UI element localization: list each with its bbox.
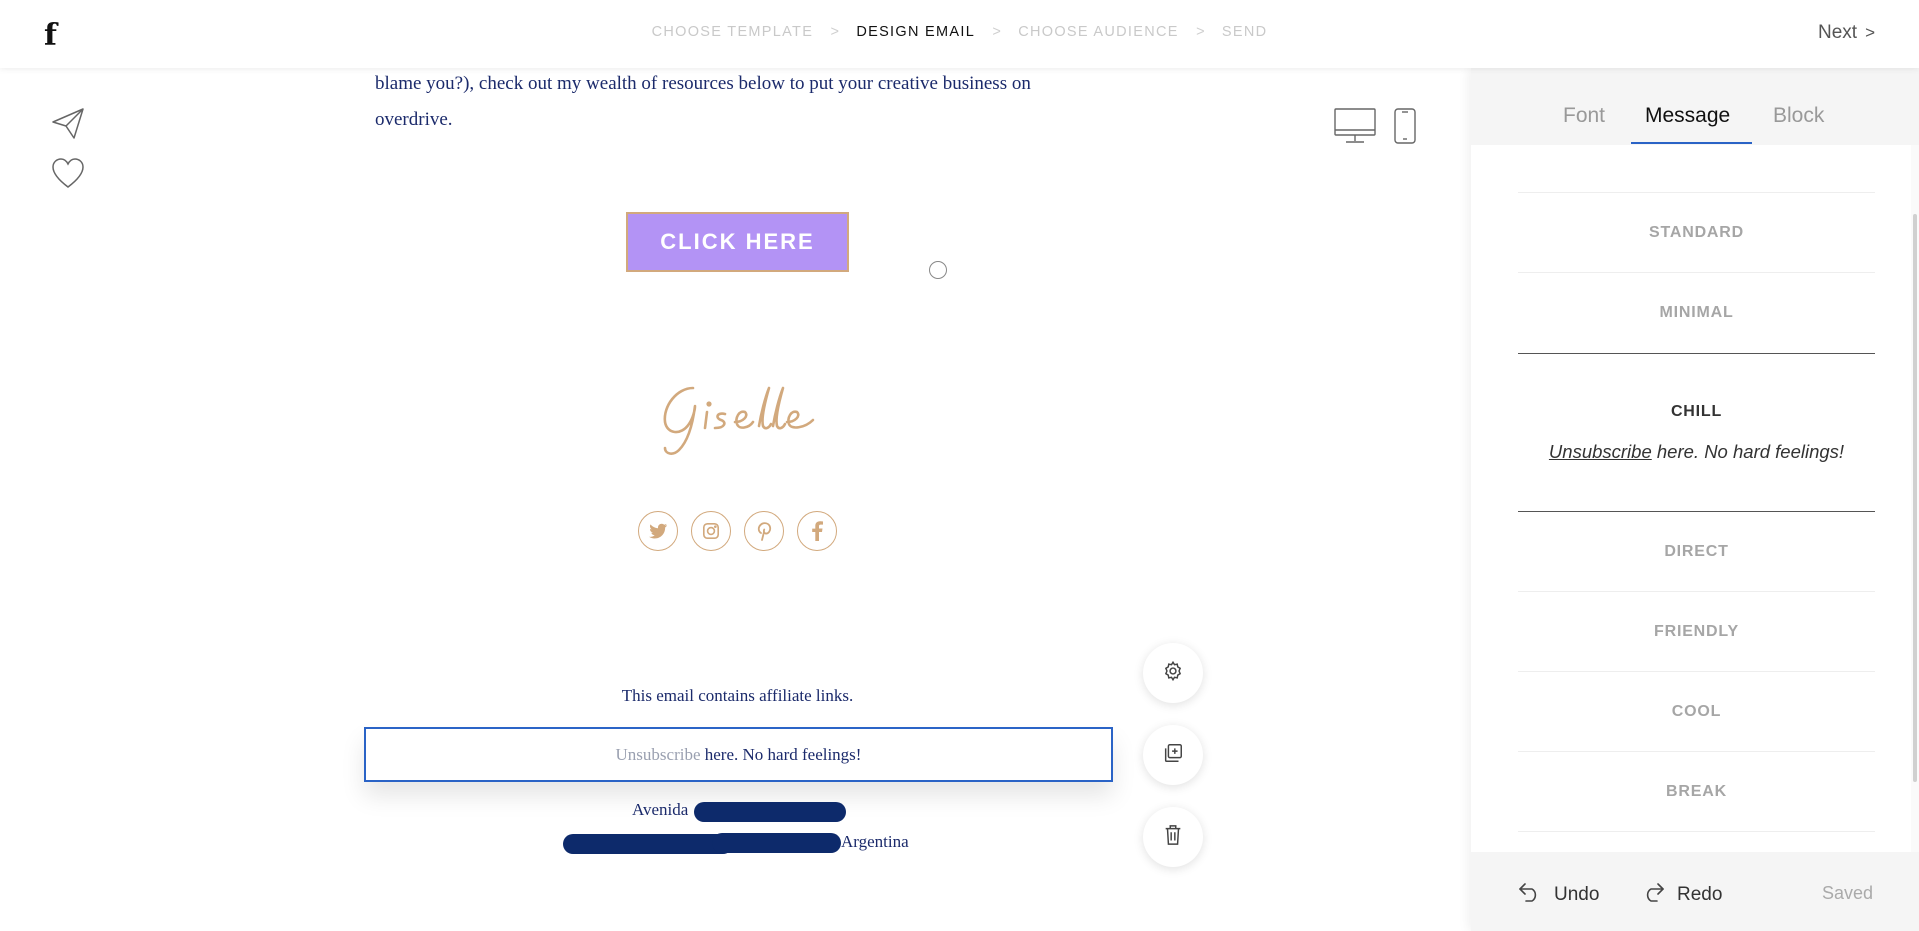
undo-button[interactable]: Undo (1518, 882, 1599, 908)
scrollbar-thumb[interactable] (1913, 214, 1917, 782)
step-separator: > (992, 24, 1001, 40)
top-bar: f CHOOSE TEMPLATE > DESIGN EMAIL > CHOOS… (0, 0, 1919, 68)
preview-text: here. No hard feelings! (1651, 440, 1845, 462)
step-send[interactable]: SEND (1222, 24, 1268, 40)
panel-tabs: Font Message Block (1471, 68, 1919, 145)
cta-button[interactable]: CLICK HERE (626, 212, 849, 272)
redaction-mark (694, 802, 846, 822)
heart-icon[interactable] (50, 157, 86, 193)
undo-label: Undo (1554, 884, 1600, 905)
redaction-mark (563, 834, 733, 854)
address-line-1: Avenida (632, 800, 689, 819)
tab-block[interactable]: Block (1773, 104, 1824, 128)
pinterest-icon[interactable] (744, 511, 784, 551)
social-links (638, 511, 837, 551)
delete-block-button[interactable] (1143, 807, 1203, 867)
redo-label: Redo (1677, 884, 1723, 905)
style-option-cool[interactable]: COOL (1518, 672, 1875, 752)
active-tab-indicator (1631, 142, 1752, 144)
unsubscribe-block[interactable]: Unsubscribe here. No hard feelings! (364, 727, 1113, 782)
panel-footer: Undo Redo Saved (1471, 852, 1919, 931)
wizard-steps: CHOOSE TEMPLATE > DESIGN EMAIL > CHOOSE … (0, 24, 1919, 40)
mobile-icon[interactable] (1394, 108, 1416, 149)
style-option-friendly[interactable]: FRIENDLY (1518, 592, 1875, 672)
tab-font[interactable]: Font (1563, 104, 1605, 128)
style-option-chill[interactable]: CHILL Unsubscribe here. No hard feelings… (1518, 353, 1875, 512)
style-option-direct[interactable]: DIRECT (1518, 512, 1875, 592)
save-status: Saved (1821, 883, 1873, 903)
address-line-2: Argentina (841, 832, 909, 851)
facebook-icon[interactable] (797, 511, 837, 551)
style-option-minimal[interactable]: MINIMAL (1518, 273, 1875, 353)
properties-panel: Font Message Block STANDARD MINIMAL CHIL… (1471, 68, 1919, 931)
block-settings-button[interactable] (1143, 643, 1203, 703)
next-label: Next (1817, 22, 1858, 43)
style-option-standard[interactable]: STANDARD (1518, 193, 1875, 273)
step-choose-audience[interactable]: CHOOSE AUDIENCE (1018, 24, 1179, 40)
redo-icon (1641, 882, 1665, 908)
chevron-right-icon: > (1865, 23, 1875, 42)
duplicate-icon (1162, 742, 1184, 769)
send-icon[interactable] (50, 105, 86, 141)
step-separator: > (1196, 24, 1205, 40)
body-line: blame you?), check out my wealth of reso… (375, 73, 1031, 94)
next-button[interactable]: Next > (1818, 22, 1875, 44)
email-body-text[interactable]: blame you?), check out my wealth of reso… (375, 66, 1095, 138)
step-design-email[interactable]: DESIGN EMAIL (856, 24, 975, 40)
signature-image[interactable] (655, 378, 825, 458)
style-preview: Unsubscribe here. No hard feelings! (1549, 441, 1844, 463)
style-option-break[interactable]: BREAK (1518, 752, 1875, 832)
affiliate-disclaimer[interactable]: This email contains affiliate links. (375, 686, 1100, 706)
message-style-list: STANDARD MINIMAL CHILL Unsubscribe here.… (1518, 192, 1875, 832)
step-choose-template[interactable]: CHOOSE TEMPLATE (652, 24, 814, 40)
tab-message[interactable]: Message (1645, 104, 1730, 128)
step-separator: > (830, 24, 839, 40)
instagram-icon[interactable] (691, 511, 731, 551)
duplicate-block-button[interactable] (1143, 725, 1203, 785)
preview-link: Unsubscribe (1548, 440, 1652, 462)
desktop-icon[interactable] (1334, 108, 1376, 149)
style-label: CHILL (1670, 402, 1723, 420)
unsubscribe-link[interactable]: Unsubscribe (616, 745, 701, 765)
twitter-icon[interactable] (638, 511, 678, 551)
undo-icon (1518, 882, 1542, 908)
settings-icon (1162, 660, 1184, 687)
trash-icon (1163, 824, 1183, 851)
unsubscribe-text: here. No hard feelings! (700, 744, 862, 764)
resize-handle[interactable] (929, 261, 947, 279)
redaction-mark (712, 833, 841, 853)
redo-button[interactable]: Redo (1641, 882, 1722, 908)
body-line: overdrive. (375, 109, 453, 130)
